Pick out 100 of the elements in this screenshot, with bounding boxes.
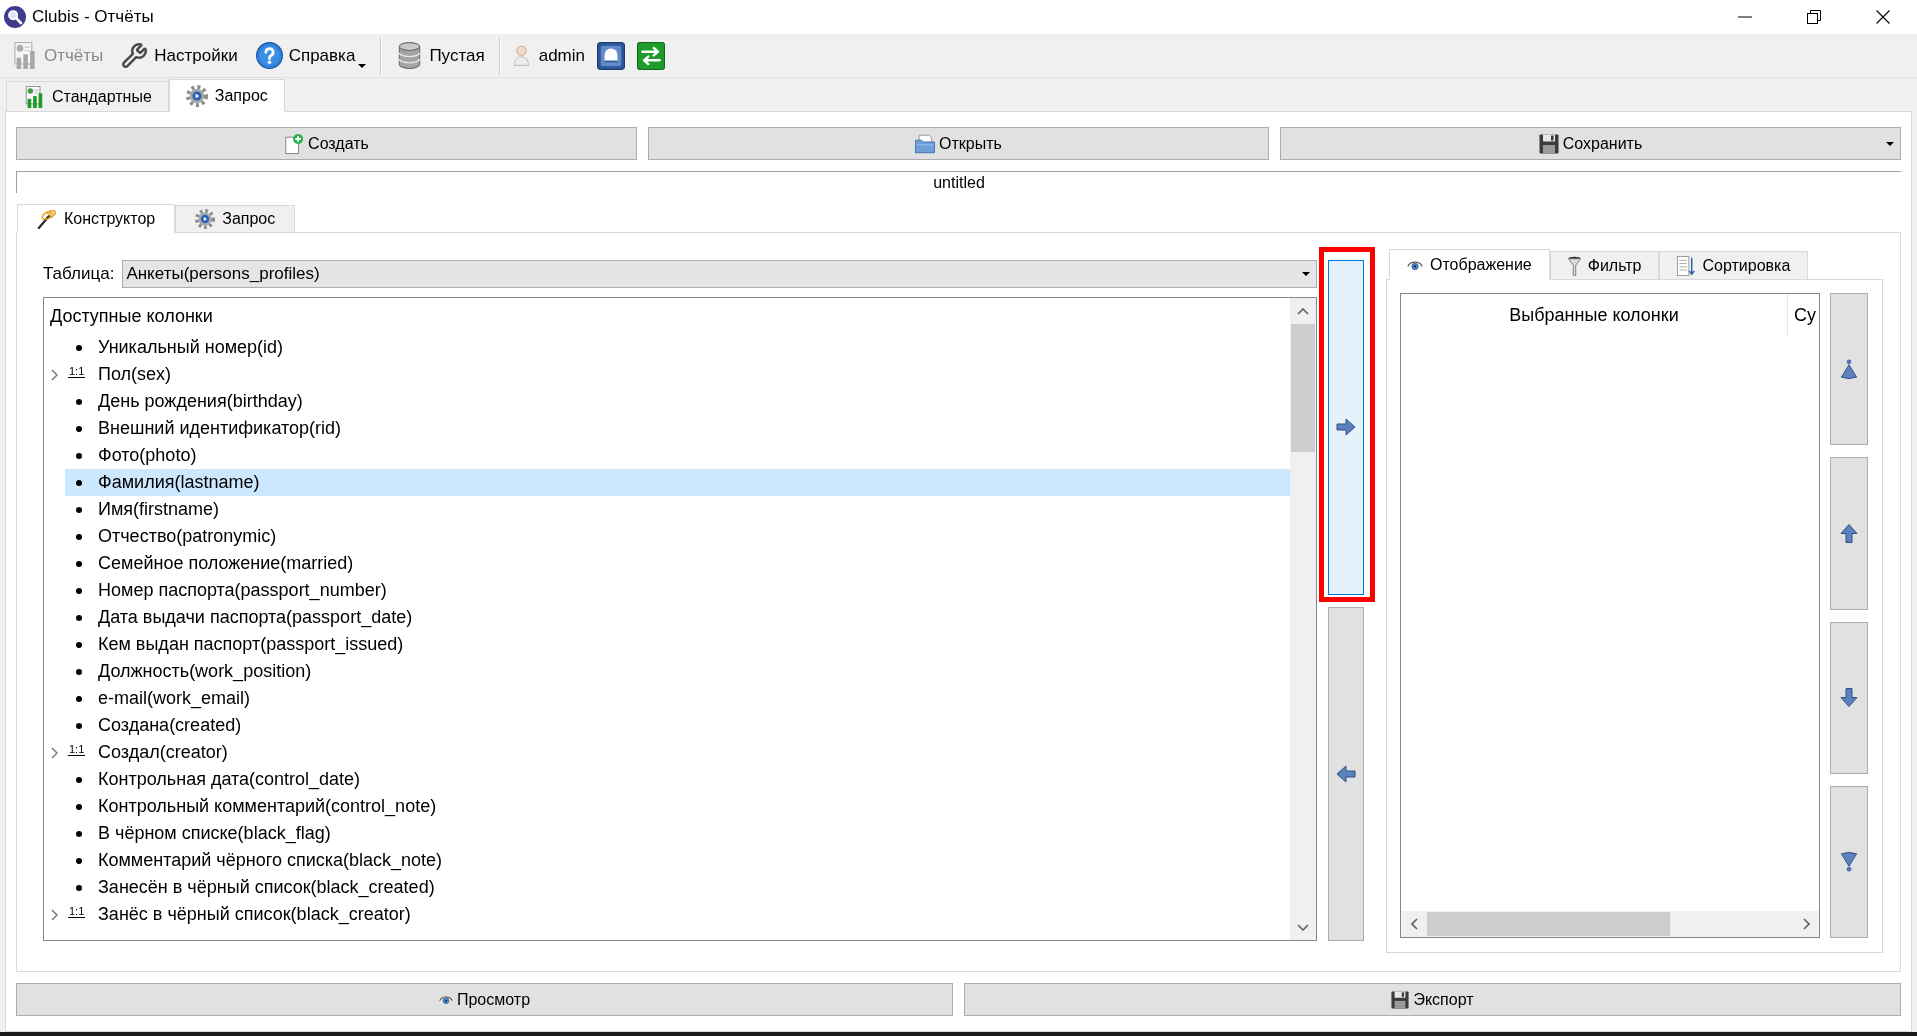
bullet-icon (76, 506, 82, 513)
tree-item[interactable]: Семейное положение(married) (65, 550, 1290, 577)
folder-icon (915, 133, 936, 154)
wrench-icon (121, 42, 149, 69)
bullet-icon (76, 776, 82, 783)
tree-item[interactable]: Контрольный комментарий(control_note) (65, 793, 1290, 820)
order-button[interactable] (1830, 785, 1868, 938)
query-name-field[interactable]: untitled (16, 171, 1901, 193)
document-plus-icon (284, 133, 305, 154)
bullet-icon (76, 614, 82, 621)
tree-item[interactable]: Фото(photo) (65, 442, 1290, 469)
bullet-icon (76, 452, 82, 459)
relation-tag: 1:1 (68, 743, 86, 756)
tab[interactable]: Фильтр (1549, 251, 1660, 279)
tree-item[interactable]: Номер паспорта(passport_number) (65, 577, 1290, 604)
move-button[interactable] (1328, 260, 1364, 595)
file-action-button[interactable]: Создать (16, 127, 637, 160)
toolbar-button[interactable]: Справка (246, 36, 376, 75)
bullet-icon (76, 695, 82, 702)
funnel-icon (1567, 255, 1581, 276)
tree-item[interactable]: Должность(work_position) (65, 658, 1290, 685)
caret-down-icon (358, 63, 367, 68)
restore-icon (1806, 10, 1821, 24)
caret-down-icon (1886, 141, 1894, 146)
tab[interactable]: Сортировка (1659, 251, 1809, 279)
help-icon (255, 42, 283, 69)
chevron-right-icon[interactable] (51, 746, 58, 759)
tree-item[interactable]: Занесён в чёрный список(black_created) (65, 874, 1290, 901)
chevron-right-icon[interactable] (51, 368, 58, 381)
tree-item[interactable]: Кем выдан паспорт(passport_issued) (65, 631, 1290, 658)
magnifier-logo-icon (4, 6, 26, 28)
order-button[interactable] (1830, 293, 1868, 446)
scrollbar-thumb[interactable] (1291, 324, 1315, 452)
close-icon (1875, 10, 1890, 24)
bullet-icon (76, 641, 82, 648)
column-header[interactable]: Выбранные колонки (1401, 294, 1788, 337)
order-button[interactable] (1830, 457, 1868, 610)
tree-item[interactable]: В чёрном списке(black_flag) (65, 820, 1290, 847)
chevron-down-icon[interactable] (1297, 923, 1309, 931)
bullet-icon (76, 425, 82, 432)
horizontal-scrollbar[interactable] (1401, 911, 1819, 937)
bullet-icon (76, 398, 82, 405)
tree-item[interactable]: e-mail(work_email) (65, 685, 1290, 712)
bullet-icon (76, 884, 82, 891)
tree-item[interactable]: Имя(firstname) (65, 496, 1290, 523)
tab[interactable]: Стандартные (6, 81, 169, 111)
user-name: admin (538, 44, 585, 67)
window-title: Clubis - Отчёты (32, 6, 154, 29)
table-label: Таблица: (43, 263, 115, 286)
table-select[interactable]: Анкеты(persons_profiles) (122, 260, 1317, 288)
gear-icon (185, 84, 208, 107)
gear-icon (195, 209, 216, 229)
arrow-down-icon (1840, 687, 1858, 709)
user-icon (513, 45, 529, 66)
bullet-icon (76, 830, 82, 837)
swap-arrows-icon (637, 41, 665, 70)
magic-wand-icon (37, 208, 57, 229)
tree-item[interactable]: Внешний идентификатор(rid) (65, 415, 1290, 442)
tab[interactable]: Конструктор (17, 204, 176, 233)
tree-item[interactable]: Контрольная дата(control_date) (65, 766, 1290, 793)
bullet-icon (76, 722, 82, 729)
chevron-left-icon[interactable] (1410, 918, 1418, 930)
action-button[interactable]: Просмотр (16, 983, 953, 1016)
bullet-icon (76, 344, 82, 351)
chevron-up-icon[interactable] (1297, 307, 1309, 315)
tree-item[interactable]: Уникальный номер(id) (65, 334, 1290, 361)
arrow-right-icon (1336, 418, 1356, 437)
action-button[interactable]: Экспорт (964, 983, 1901, 1016)
file-action-button[interactable]: Сохранить (1280, 127, 1901, 160)
bullet-icon (76, 533, 82, 540)
toolbar-button[interactable]: Настройки (112, 36, 247, 75)
tree-item[interactable]: Создана(created) (65, 712, 1290, 739)
tree-item[interactable]: 1:1 Занёс в чёрный список(black_creator) (65, 901, 1290, 928)
tree-item[interactable]: Дата выдачи паспорта(passport_date) (65, 604, 1290, 631)
tab[interactable]: Запрос (175, 205, 296, 232)
tab[interactable]: Отображение (1389, 249, 1550, 280)
toolbar-button[interactable]: Пустая (387, 36, 494, 75)
tree-item[interactable]: День рождения(birthday) (65, 388, 1290, 415)
order-button[interactable] (1830, 621, 1868, 774)
bullet-icon (76, 857, 82, 864)
move-to-bottom-icon (1840, 851, 1858, 873)
scrollbar-thumb[interactable] (1427, 912, 1670, 936)
tree-item[interactable]: Отчество(patronymic) (65, 523, 1290, 550)
tree-item[interactable]: 1:1 Создал(creator) (65, 739, 1290, 766)
vertical-scrollbar[interactable] (1290, 298, 1316, 940)
column-header[interactable]: Су (1788, 294, 1816, 337)
tree-item[interactable]: Комментарий чёрного списка(black_note) (65, 847, 1290, 874)
tree-item[interactable]: Фамилия(lastname) (65, 469, 1290, 496)
file-action-button[interactable]: Открыть (648, 127, 1269, 160)
chevron-right-icon[interactable] (51, 908, 58, 921)
bullet-icon (76, 560, 82, 567)
sort-list-icon (1677, 255, 1696, 276)
tree-item[interactable]: 1:1 Пол(sex) (65, 361, 1290, 388)
bullet-icon (76, 668, 82, 675)
chart-icon (23, 85, 45, 108)
arrow-left-icon (1336, 764, 1356, 783)
eye-icon (438, 995, 453, 1004)
tab[interactable]: Запрос (168, 79, 285, 112)
chevron-right-icon[interactable] (1802, 918, 1810, 930)
bullet-icon (76, 479, 82, 486)
